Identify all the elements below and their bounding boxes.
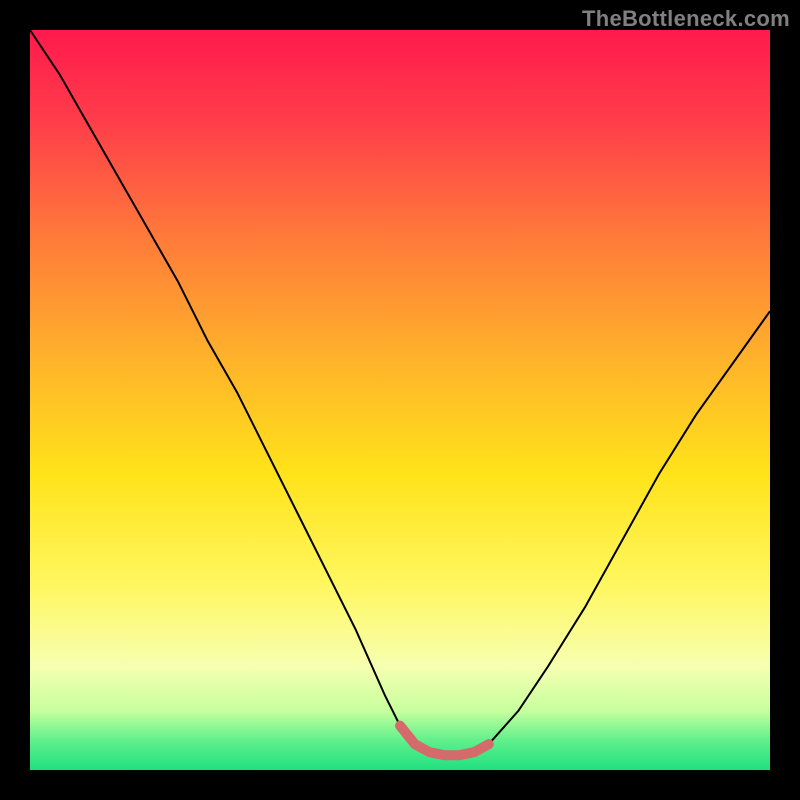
chart-stage: { "watermark": "TheBottleneck.com", "cha…: [0, 0, 800, 800]
bottleneck-chart: [0, 0, 800, 800]
plot-background: [30, 30, 770, 770]
watermark-text: TheBottleneck.com: [582, 6, 790, 32]
